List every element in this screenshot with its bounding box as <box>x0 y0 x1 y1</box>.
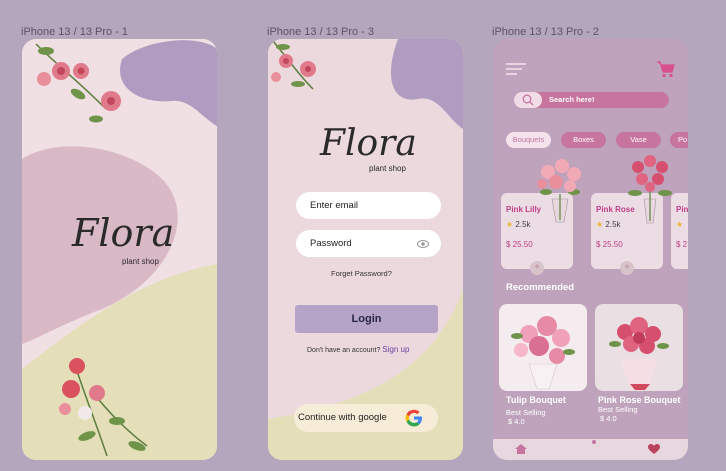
recommended-card[interactable] <box>499 304 587 391</box>
rec-sub: Best Selling <box>598 405 638 414</box>
active-indicator <box>592 440 596 444</box>
home-icon[interactable] <box>514 443 528 455</box>
flowers-top-illustration <box>35 43 121 123</box>
product-rating: ★ 2.5k <box>596 220 621 229</box>
login-screen: Flora plant shop Enter email Password Fo… <box>268 39 463 460</box>
tagline-login: plant shop <box>369 164 406 173</box>
product-price: $ 25.50 <box>596 240 623 249</box>
recommended-title: Recommended <box>506 282 575 293</box>
pink-rose-bouquet-image <box>609 317 669 390</box>
star-icon: ★ <box>596 220 604 229</box>
star-icon: ★ <box>506 220 514 229</box>
search-icon-wrap <box>514 92 542 108</box>
rec-price: $ 4.0 <box>508 417 525 426</box>
chip-bouquets[interactable]: Bouquets <box>506 132 551 148</box>
email-field[interactable]: Enter email <box>296 192 441 219</box>
frame-label-3: iPhone 13 / 13 Pro - 2 <box>492 26 600 38</box>
tagline: plant shop <box>122 257 159 266</box>
product-price: $ 2 <box>676 240 688 249</box>
rec-name: Pink Rose Bouquet <box>598 395 681 405</box>
signup-link[interactable]: Sign up <box>382 345 409 354</box>
frame-label-2: iPhone 13 / 13 Pro - 3 <box>267 26 375 38</box>
home-screen: Search here! Bouquets Boxes Vase Po Pink… <box>493 39 688 460</box>
no-account-text: Don't have an account? <box>307 347 381 354</box>
flora-logo: Flora <box>72 211 175 255</box>
password-field[interactable]: Password <box>296 230 441 257</box>
rec-price: $ 4.0 <box>600 414 617 423</box>
flowers-corner-illustration <box>271 40 316 90</box>
heart-icon[interactable] <box>647 443 661 455</box>
menu-icon[interactable] <box>506 62 528 76</box>
google-label: Continue with google <box>298 412 387 423</box>
pink-lilly-image <box>537 159 581 223</box>
search-input[interactable]: Search here! <box>549 95 594 104</box>
search-icon <box>522 94 534 106</box>
flowers-bottom-illustration <box>59 358 148 457</box>
password-placeholder: Password <box>310 238 352 249</box>
flora-logo-login: Flora <box>320 123 417 164</box>
bottom-nav <box>493 439 688 460</box>
forgot-password-link[interactable]: Forget Password? <box>331 269 392 278</box>
signup-row: Don't have an account? Sign up <box>307 345 409 354</box>
chip-vase[interactable]: Vase <box>616 132 661 148</box>
tulip-bouquet-image <box>511 316 575 390</box>
chip-pots[interactable]: Po <box>670 132 688 148</box>
recommended-card[interactable] <box>595 304 683 391</box>
google-signin-button[interactable]: Continue with google <box>294 404 438 432</box>
product-rating: ★ 2.5k <box>506 220 531 229</box>
login-button[interactable]: Login <box>295 305 438 333</box>
rec-name: Tulip Bouquet <box>506 395 566 405</box>
add-to-cart-button[interactable]: + <box>530 261 544 275</box>
frame-label-1: iPhone 13 / 13 Pro - 1 <box>21 26 129 38</box>
cart-icon[interactable] <box>656 60 676 78</box>
splash-screen: Flora plant shop <box>22 39 217 460</box>
search-bar[interactable]: Search here! <box>514 92 669 108</box>
eye-icon[interactable] <box>417 240 429 248</box>
product-price: $ 25.50 <box>506 240 533 249</box>
rec-sub: Best Selling <box>506 408 546 417</box>
add-to-cart-button[interactable]: + <box>620 261 634 275</box>
google-icon <box>405 409 422 427</box>
pink-rose-image <box>628 155 672 224</box>
chip-boxes[interactable]: Boxes <box>561 132 606 148</box>
